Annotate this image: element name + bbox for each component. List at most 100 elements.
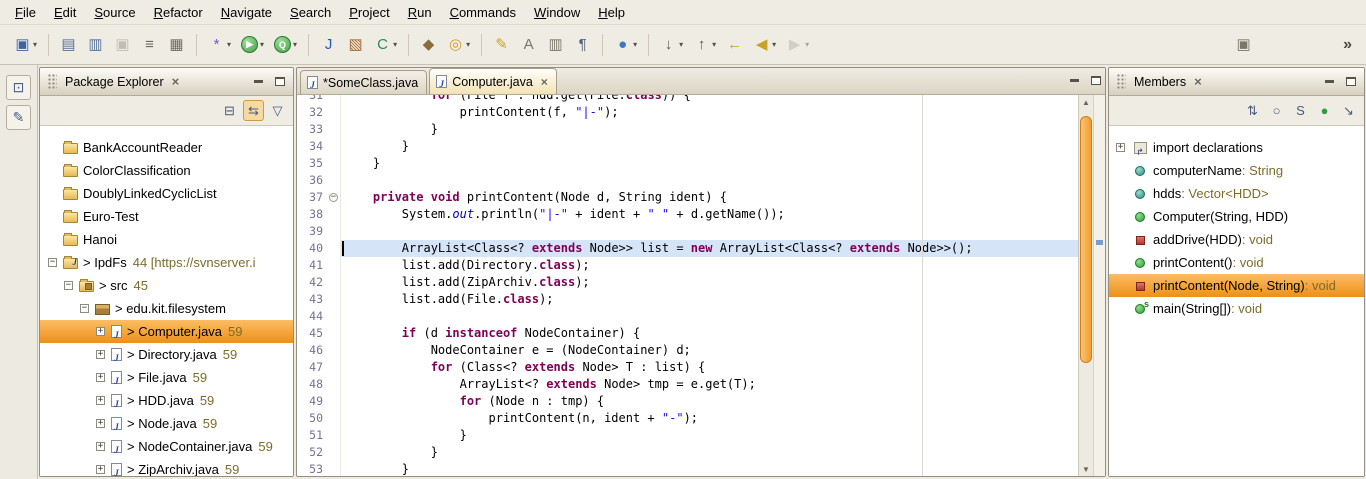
minimize-view-button[interactable] (1320, 73, 1339, 90)
pin-editor-button[interactable]: ▣ (1231, 32, 1256, 57)
menu-run[interactable]: Run (399, 2, 441, 23)
mark-occurrences-button[interactable]: ✎ (489, 32, 514, 57)
code-line[interactable]: 51 } (297, 427, 1078, 444)
minimize-view-button[interactable] (249, 73, 268, 90)
editor-tab[interactable]: Computer.java× (429, 68, 557, 94)
annotation-mark[interactable] (1096, 240, 1103, 245)
editor-vertical-scrollbar[interactable]: ▲ ▼ (1078, 95, 1093, 476)
code-line[interactable]: 49 for (Node n : tmp) { (297, 393, 1078, 410)
tree-expander-icon[interactable]: + (96, 396, 105, 405)
tree-item[interactable]: −> edu.kit.filesystem (40, 297, 293, 320)
code-line[interactable]: 53 } (297, 461, 1078, 476)
member-item[interactable]: +printContent(Node, String) : void (1109, 274, 1364, 297)
tree-expander-icon[interactable]: + (96, 465, 105, 474)
menu-file[interactable]: File (6, 2, 45, 23)
scrollbar-track[interactable] (1079, 109, 1093, 462)
tree-expander-icon[interactable]: + (96, 327, 105, 336)
scroll-down-icon[interactable]: ▼ (1079, 462, 1093, 476)
code-line[interactable]: 32 printContent(f, "|-"); (297, 104, 1078, 121)
code-line[interactable]: 31 for (File f : hdd.get(File.class)) { (297, 95, 1078, 104)
code-line[interactable]: 48 ArrayList<? extends Node> tmp = e.get… (297, 376, 1078, 393)
back-button[interactable]: ◀▾ (749, 32, 780, 57)
member-item[interactable]: +smain(String[]) : void (1109, 297, 1364, 320)
tree-item[interactable]: +> ZipArchiv.java59 (40, 458, 293, 476)
tree-item[interactable]: +> File.java59 (40, 366, 293, 389)
block-selection-button[interactable]: ▥ (543, 32, 568, 57)
last-edit-location-button[interactable]: ← (722, 32, 747, 57)
menu-refactor[interactable]: Refactor (145, 2, 212, 23)
tree-item[interactable]: −> IpdFs44 [https://svnserver.i (40, 251, 293, 274)
menu-commands[interactable]: Commands (441, 2, 525, 23)
code-line[interactable]: 40 ArrayList<Class<? extends Node>> list… (297, 240, 1078, 257)
menu-source[interactable]: Source (85, 2, 144, 23)
build-project-button[interactable]: ▦ (164, 32, 189, 57)
member-item[interactable]: +addDrive(HDD) : void (1109, 228, 1364, 251)
tree-expander-icon[interactable]: + (96, 442, 105, 451)
new-editor-window-button[interactable]: ▥ (83, 32, 108, 57)
close-view-icon[interactable]: × (168, 74, 184, 89)
member-item[interactable]: +Computer(String, HDD) (1109, 205, 1364, 228)
forward-button[interactable]: ▶▾ (782, 32, 813, 57)
menu-help[interactable]: Help (589, 2, 634, 23)
close-view-icon[interactable]: × (1190, 74, 1206, 89)
scroll-up-icon[interactable]: ▲ (1079, 95, 1093, 109)
tree-item[interactable]: +DoublyLinkedCyclicList (40, 182, 293, 205)
tree-expander-icon[interactable]: + (96, 373, 105, 382)
new-java-class-button[interactable]: C▾ (370, 32, 401, 57)
member-item[interactable]: +printContent() : void (1109, 251, 1364, 274)
tree-item[interactable]: +> HDD.java59 (40, 389, 293, 412)
link-with-editor-button[interactable]: ⇆ (243, 100, 264, 121)
code-line[interactable]: 43 list.add(File.class); (297, 291, 1078, 308)
hide-fields-button[interactable]: ○ (1266, 100, 1287, 121)
tree-item[interactable]: +> Directory.java59 (40, 343, 293, 366)
tree-item[interactable]: +> Node.java59 (40, 412, 293, 435)
tree-expander-icon[interactable]: − (80, 304, 89, 313)
collapse-all-button[interactable]: ⊟ (219, 100, 240, 121)
tree-item[interactable]: +> NodeContainer.java59 (40, 435, 293, 458)
code-line[interactable]: 46 NodeContainer e = (NodeContainer) d; (297, 342, 1078, 359)
run-external-tools-button[interactable]: Q▾ (270, 32, 301, 57)
view-drag-handle[interactable] (1117, 74, 1126, 90)
view-menu-button[interactable]: ▽ (267, 100, 288, 121)
member-item[interactable]: +computerName : String (1109, 159, 1364, 182)
code-line[interactable]: 35 } (297, 155, 1078, 172)
editor-tab[interactable]: *SomeClass.java (300, 70, 427, 94)
menu-window[interactable]: Window (525, 2, 589, 23)
code-line[interactable]: 42 list.add(ZipArchiv.class); (297, 274, 1078, 291)
code-line[interactable]: 52 } (297, 444, 1078, 461)
tree-expander-icon[interactable]: + (96, 350, 105, 359)
tree-item[interactable]: +Euro-Test (40, 205, 293, 228)
minimize-editor-button[interactable] (1065, 72, 1084, 89)
code-line[interactable]: 44 (297, 308, 1078, 325)
code-line[interactable]: 50 printContent(n, ident + "-"); (297, 410, 1078, 427)
code-editor[interactable]: 31 for (File f : hdd.get(File.class)) {3… (297, 95, 1078, 476)
fold-collapse-icon[interactable]: − (329, 193, 338, 202)
tree-expander-icon[interactable]: − (48, 258, 57, 267)
web-browser-button[interactable]: ●▾ (610, 32, 641, 57)
fast-view-editor-button[interactable]: ✎ (6, 105, 31, 130)
code-line[interactable]: 41 list.add(Directory.class); (297, 257, 1078, 274)
show-whitespace-button[interactable]: ¶ (570, 32, 595, 57)
search-button[interactable]: ◎▾ (443, 32, 474, 57)
run-button[interactable]: ▶▾ (237, 32, 268, 57)
member-item[interactable]: +import declarations (1109, 136, 1364, 159)
print-button[interactable]: ≡ (137, 32, 162, 57)
view-drag-handle[interactable] (48, 74, 57, 90)
new-wizard-button[interactable]: ▣▾ (10, 32, 41, 57)
open-type-button[interactable]: ◆ (416, 32, 441, 57)
tree-item[interactable]: +ColorClassification (40, 159, 293, 182)
maximize-view-button[interactable] (270, 73, 289, 90)
new-java-project-button[interactable]: J (316, 32, 341, 57)
open-window-button[interactable]: ▤ (56, 32, 81, 57)
code-line[interactable]: 47 for (Class<? extends Node> T : list) … (297, 359, 1078, 376)
close-tab-icon[interactable]: × (541, 75, 548, 89)
sort-button[interactable]: ⇅ (1242, 100, 1263, 121)
maximize-view-button[interactable] (1341, 73, 1360, 90)
code-line[interactable]: 45 if (d instanceof NodeContainer) { (297, 325, 1078, 342)
code-line[interactable]: 34 } (297, 138, 1078, 155)
code-line[interactable]: 36 (297, 172, 1078, 189)
fast-view-restore-button[interactable]: ⊡ (6, 75, 31, 100)
code-line[interactable]: 37− private void printContent(Node d, St… (297, 189, 1078, 206)
new-java-package-button[interactable]: ▧ (343, 32, 368, 57)
tree-expander-icon[interactable]: + (1116, 143, 1125, 152)
